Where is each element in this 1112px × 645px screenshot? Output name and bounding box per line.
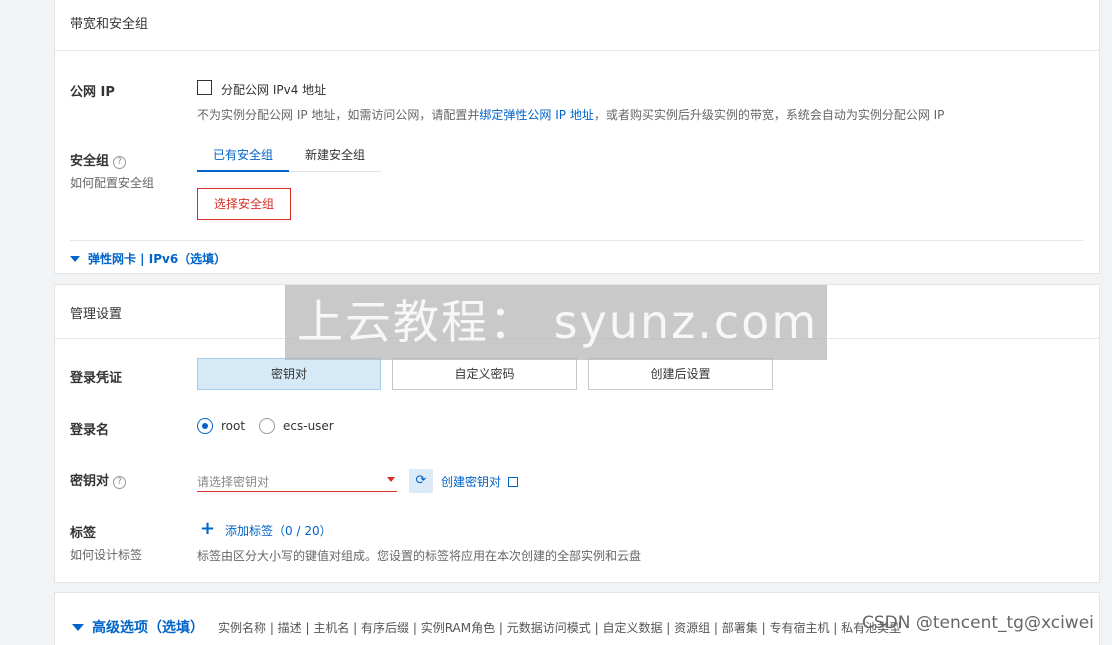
- refresh-icon[interactable]: ⟳: [409, 469, 433, 493]
- csdn-watermark: CSDN @tencent_tg@xciwei: [862, 613, 1094, 633]
- tab-existing-security-group[interactable]: 已有安全组: [197, 142, 289, 172]
- caret-down-icon: [72, 624, 84, 631]
- advanced-options-header[interactable]: 高级选项（选填） 实例名称 | 描述 | 主机名 | 有序后缀 | 实例RAM角色…: [72, 617, 901, 637]
- assign-public-ip-checkbox[interactable]: [197, 80, 212, 95]
- divider: [70, 240, 1084, 241]
- create-key-pair-link[interactable]: 创建密钥对: [441, 473, 518, 490]
- radio-root[interactable]: [197, 418, 213, 434]
- assign-public-ip-label[interactable]: 分配公网 IPv4 地址: [221, 81, 326, 98]
- tags-help-link[interactable]: 如何设计标签: [70, 546, 142, 563]
- caret-down-icon: [70, 256, 80, 262]
- option-set-after-creation[interactable]: 创建后设置: [588, 358, 773, 390]
- eni-ipv6-toggle[interactable]: 弹性网卡 | IPv6（选填）: [70, 250, 226, 267]
- key-pair-select[interactable]: 请选择密钥对: [197, 468, 397, 492]
- tab-new-security-group[interactable]: 新建安全组: [289, 142, 381, 172]
- advanced-options-items: 实例名称 | 描述 | 主机名 | 有序后缀 | 实例RAM角色 | 元数据访问…: [218, 621, 902, 635]
- option-custom-password[interactable]: 自定义密码: [392, 358, 577, 390]
- login-credential-segmented: 密钥对 自定义密码 创建后设置: [197, 358, 773, 390]
- security-group-help-link[interactable]: 如何配置安全组: [70, 174, 154, 191]
- tags-label: 标签: [70, 526, 97, 541]
- bandwidth-security-panel: 带宽和安全组 公网 IP 分配公网 IPv4 地址 不为实例分配公网 IP 地址…: [54, 0, 1100, 274]
- public-ip-hint: 不为实例分配公网 IP 地址，如需访问公网，请配置并绑定弹性公网 IP 地址，或…: [197, 108, 945, 122]
- tags-hint: 标签由区分大小写的键值对组成。您设置的标签将应用在本次创建的全部实例和云盘: [197, 549, 642, 563]
- help-icon[interactable]: ?: [113, 156, 127, 169]
- login-credential-label: 登录凭证: [70, 371, 123, 386]
- chevron-down-icon: [387, 477, 395, 482]
- help-icon[interactable]: ?: [113, 476, 127, 489]
- radio-ecs-user-label[interactable]: ecs-user: [283, 419, 334, 433]
- key-pair-label: 密钥对?: [70, 470, 127, 489]
- radio-root-label[interactable]: root: [221, 419, 245, 433]
- panel-title: 带宽和安全组: [55, 0, 1099, 51]
- radio-ecs-user[interactable]: [259, 418, 275, 434]
- bind-eip-link[interactable]: 绑定弹性公网 IP 地址: [479, 108, 593, 122]
- option-key-pair[interactable]: 密钥对: [197, 358, 381, 390]
- plus-icon[interactable]: +: [200, 520, 215, 538]
- add-tag-link[interactable]: 添加标签（0 / 20）: [225, 522, 332, 539]
- login-name-label: 登录名: [70, 423, 110, 438]
- external-link-icon: [507, 477, 518, 487]
- security-group-label: 安全组?: [70, 150, 127, 169]
- select-security-group-button[interactable]: 选择安全组: [197, 188, 291, 220]
- watermark-overlay: 上云教程： syunz.com: [285, 285, 827, 360]
- security-group-tabs: 已有安全组 新建安全组: [197, 142, 381, 172]
- public-ip-label: 公网 IP: [70, 85, 115, 100]
